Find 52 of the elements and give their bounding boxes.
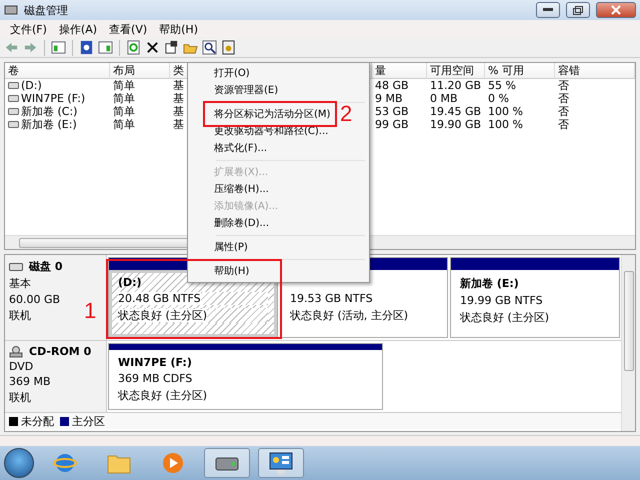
- table-cell: 基: [173, 118, 184, 131]
- table-cell: 55 %: [488, 79, 516, 92]
- step-number: 1: [84, 300, 96, 322]
- table-cell: 否: [558, 118, 569, 131]
- table-cell: 新加卷 (C:): [21, 105, 78, 118]
- partition-size: 20.48 GB NTFS: [118, 292, 201, 305]
- table-cell: 否: [558, 79, 569, 92]
- partition-size: 19.53 GB NTFS: [290, 292, 373, 305]
- table-cell: 19.90 GB: [430, 118, 482, 131]
- table-cell: 否: [558, 105, 569, 118]
- partition-status: 状态良好 (主分区): [460, 311, 550, 324]
- window-title: 磁盘管理: [24, 2, 69, 18]
- table-cell: 19.45 GB: [430, 105, 482, 118]
- disk-name: CD-ROM 0: [29, 345, 92, 358]
- step-number: 2: [340, 103, 352, 125]
- table-cell: 0 MB: [430, 92, 458, 105]
- table-cell: (D:): [21, 79, 42, 92]
- table-cell: WIN7PE (F:): [21, 92, 86, 105]
- partition-size: 369 MB CDFS: [118, 372, 192, 385]
- table-cell: 基: [173, 79, 184, 92]
- disk-info: 369 MB: [9, 375, 51, 388]
- disk-info: 基本: [9, 276, 31, 291]
- partition-status: 状态良好 (活动, 主分区): [290, 309, 408, 322]
- disk-info: 联机: [9, 390, 31, 405]
- table-cell: 53 GB: [375, 105, 409, 118]
- table-cell: 99 GB: [375, 118, 409, 131]
- table-cell: 简单: [113, 118, 135, 131]
- table-cell: 否: [558, 92, 569, 105]
- table-cell: 基: [173, 92, 184, 105]
- disk-info: 60.00 GB: [9, 293, 60, 306]
- table-cell: 11.20 GB: [430, 79, 482, 92]
- partition-title: WIN7PE (F:): [118, 356, 192, 369]
- legend-label: 未分配: [21, 414, 54, 428]
- table-cell: 9 MB: [375, 92, 403, 105]
- partition-status: 状态良好 (主分区): [118, 389, 208, 402]
- disk-info: 联机: [9, 308, 31, 323]
- table-cell: 基: [173, 105, 184, 118]
- partition-status: 状态良好 (主分区): [118, 309, 208, 322]
- partition-size: 19.99 GB NTFS: [460, 294, 543, 307]
- disk-name: 磁盘 0: [29, 259, 62, 274]
- table-cell: 简单: [113, 92, 135, 105]
- table-cell: 0 %: [488, 92, 509, 105]
- table-cell: 简单: [113, 105, 135, 118]
- table-cell: 100 %: [488, 105, 523, 118]
- table-cell: 简单: [113, 79, 135, 92]
- table-cell: 新加卷 (E:): [21, 118, 77, 131]
- table-cell: 48 GB: [375, 79, 409, 92]
- disk-info: DVD: [9, 360, 34, 373]
- partition-title: (D:): [118, 276, 142, 289]
- partition-title: 新加卷 (E:): [460, 277, 519, 290]
- table-cell: 100 %: [488, 118, 523, 131]
- legend-label: 主分区: [72, 414, 105, 428]
